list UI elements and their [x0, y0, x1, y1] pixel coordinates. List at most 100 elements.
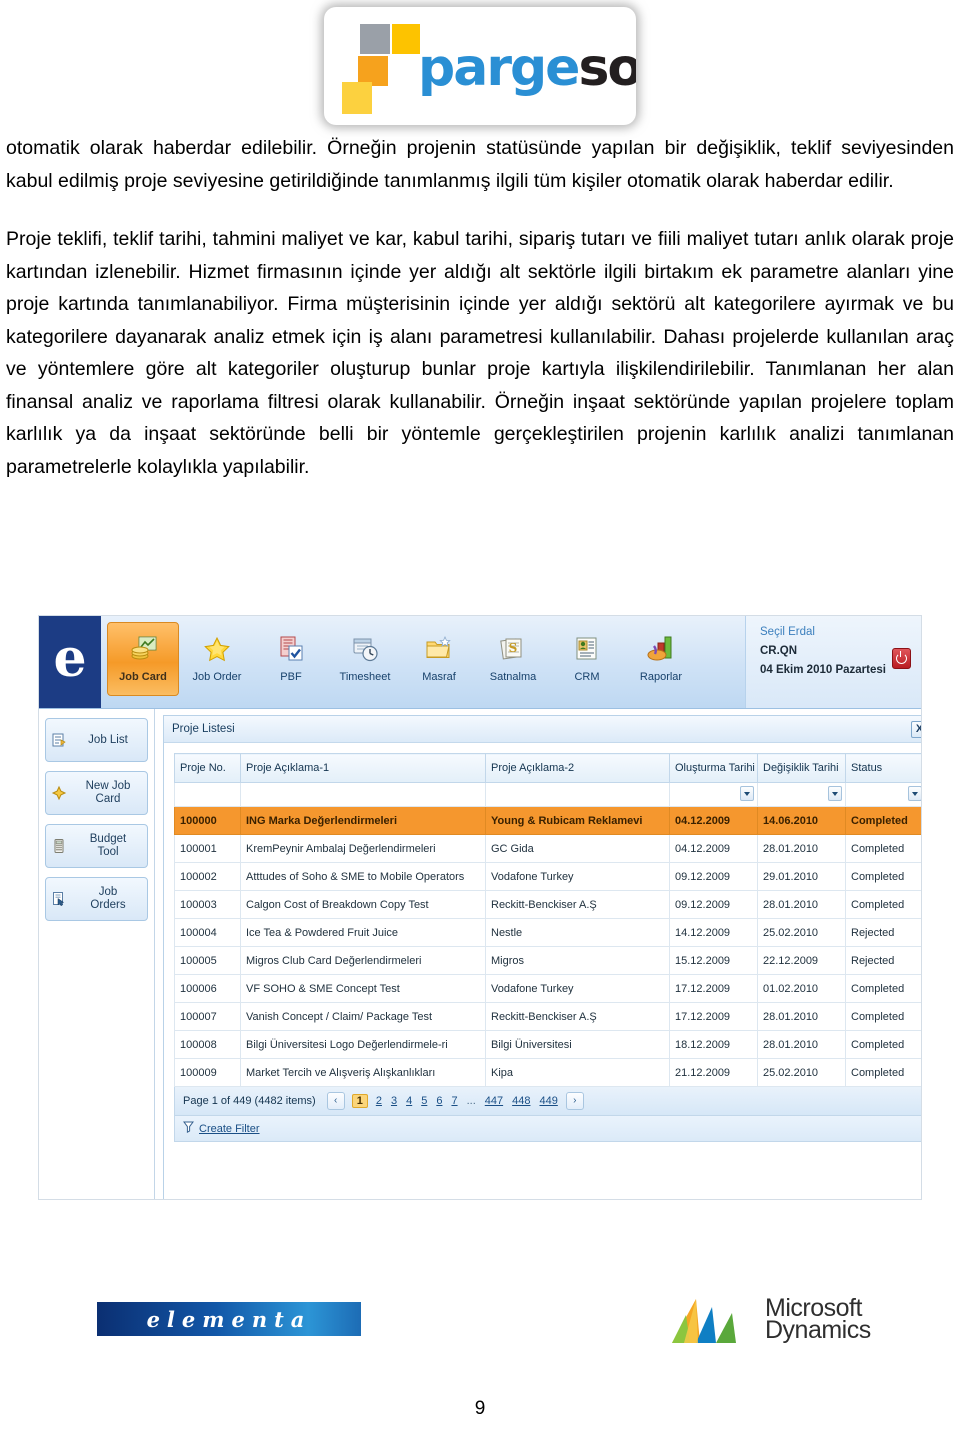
table-row[interactable]: 100005 Migros Club Card Değerlendirmeler…	[174, 946, 921, 975]
filter-input-olusturma-tarihi[interactable]	[669, 782, 758, 807]
tab-masraf[interactable]: Masraf	[403, 622, 475, 696]
tab-raporlar[interactable]: Raporlar	[625, 622, 697, 696]
microsoft-dynamics-logo: Microsoft Dynamics	[666, 1293, 871, 1345]
filter-row	[174, 782, 921, 807]
page-link-3[interactable]: 3	[390, 1095, 398, 1107]
cell-aciklama-1: KremPeynir Ambalaj Değerlendirmeleri	[240, 834, 486, 863]
table-row[interactable]: 100003 Calgon Cost of Breakdown Copy Tes…	[174, 890, 921, 919]
tab-crm[interactable]: CRM	[551, 622, 623, 696]
page-link-448[interactable]: 448	[511, 1095, 531, 1107]
page-link-5[interactable]: 5	[420, 1095, 428, 1107]
cell-status: Completed	[845, 806, 921, 835]
table-row[interactable]: 100002 Atttudes of Soho & SME to Mobile …	[174, 862, 921, 891]
dynamics-wordmark: Microsoft Dynamics	[765, 1296, 871, 1343]
create-filter-link[interactable]: Create Filter	[199, 1123, 260, 1135]
cell-status: Completed	[845, 974, 921, 1003]
column-header-degisiklik-tarihi[interactable]: Değişiklik Tarihi	[757, 753, 846, 783]
tab-label: Masraf	[422, 671, 456, 683]
sidebar-item-job-orders[interactable]: Job Orders	[45, 877, 148, 921]
cell-status: Completed	[845, 834, 921, 863]
column-header-proje-no[interactable]: Proje No.	[174, 753, 241, 783]
paragraph-2: Proje teklifi, teklif tarihi, tahmini ma…	[6, 228, 954, 478]
column-header-status[interactable]: Status	[845, 753, 921, 783]
cell-aciklama-1: Calgon Cost of Breakdown Copy Test	[240, 890, 486, 919]
table-row[interactable]: 100001 KremPeynir Ambalaj Değerlendirmel…	[174, 834, 921, 863]
svg-text:S: S	[509, 641, 518, 655]
cell-status: Rejected	[845, 946, 921, 975]
page-link-447[interactable]: 447	[484, 1095, 504, 1107]
page-link-7[interactable]: 7	[450, 1095, 458, 1107]
coins-chart-icon	[128, 629, 158, 669]
tab-label: Satnalma	[489, 671, 537, 683]
cell-degisiklik: 14.06.2010	[757, 806, 846, 835]
table-row[interactable]: 100008 Bilgi Üniversitesi Logo Değerlend…	[174, 1030, 921, 1059]
table-row[interactable]: 100006 VF SOHO & SME Concept Test Vodafo…	[174, 974, 921, 1003]
table-row[interactable]: 100004 Ice Tea & Powdered Fruit Juice Ne…	[174, 918, 921, 947]
cell-proje-no: 100004	[174, 918, 241, 947]
table-row[interactable]: 100000 ING Marka Değerlendirmeleri Young…	[174, 806, 921, 835]
filter-input-proje-no[interactable]	[174, 782, 241, 807]
tab-label: Job Card	[119, 671, 167, 683]
page-link-6[interactable]: 6	[435, 1095, 443, 1107]
prev-page-button[interactable]: ‹	[326, 1092, 345, 1110]
tab-job-card[interactable]: Job Card	[107, 622, 179, 696]
cell-olusturma: 17.12.2009	[669, 974, 758, 1003]
power-icon[interactable]	[892, 648, 911, 669]
page-link-449[interactable]: 449	[538, 1095, 558, 1107]
chevron-down-icon[interactable]	[828, 786, 842, 801]
brand-letter-e: e	[53, 628, 87, 689]
tab-pbf[interactable]: PBF	[255, 622, 327, 696]
user-code: CR.QN	[760, 645, 798, 657]
user-name: Seçil Erdal	[760, 626, 815, 638]
chevron-down-icon[interactable]	[740, 786, 754, 801]
panel-title: Proje Listesi	[172, 723, 235, 735]
tab-timesheet[interactable]: Timesheet	[329, 622, 401, 696]
sidebar-item-label-line2: Card	[95, 793, 121, 805]
cell-aciklama-1: ING Marka Değerlendirmeleri	[240, 806, 486, 835]
chevron-down-icon[interactable]	[908, 786, 921, 801]
cell-olusturma: 14.12.2009	[669, 918, 758, 947]
page-link-4[interactable]: 4	[405, 1095, 413, 1107]
filter-input-degisiklik-tarihi[interactable]	[757, 782, 846, 807]
close-icon[interactable]: X	[911, 720, 921, 738]
tab-satnalma[interactable]: S Satnalma	[477, 622, 549, 696]
table-row[interactable]: 100009 Market Tercih ve Alışveriş Alışka…	[174, 1058, 921, 1087]
cell-aciklama-1: Migros Club Card Değerlendirmeleri	[240, 946, 486, 975]
panel-header: Proje Listesi X	[164, 716, 921, 743]
column-header-proje-aciklama-2[interactable]: Proje Açıklama-2	[485, 753, 670, 783]
column-header-proje-aciklama-1[interactable]: Proje Açıklama-1	[240, 753, 486, 783]
table-row[interactable]: 100007 Vanish Concept / Claim/ Package T…	[174, 1002, 921, 1031]
sidebar-item-label-line1: Budget	[89, 833, 127, 845]
sidebar-item-label: Job List	[88, 733, 128, 746]
grid-container: Proje No. Proje Açıklama-1 Proje Açıklam…	[164, 743, 921, 1142]
cell-proje-no: 100009	[174, 1058, 241, 1087]
cell-aciklama-1: Ice Tea & Powdered Fruit Juice	[240, 918, 486, 947]
sidebar-item-new-job-card[interactable]: New Job Card	[45, 771, 148, 815]
cell-status: Completed	[845, 890, 921, 919]
tab-job-order[interactable]: Job Order	[181, 622, 253, 696]
list-icon	[50, 732, 68, 748]
column-header-olusturma-tarihi[interactable]: Oluşturma Tarihi	[669, 753, 758, 783]
cell-aciklama-2: Reckitt-Benckiser A.Ş	[485, 1002, 670, 1031]
filter-input-status[interactable]	[845, 782, 921, 807]
cell-proje-no: 100001	[174, 834, 241, 863]
cell-proje-no: 100006	[174, 974, 241, 1003]
logo-wordmark: pargesoft®	[418, 42, 636, 94]
cell-aciklama-2: Vodafone Turkey	[485, 974, 670, 1003]
star-icon	[202, 629, 232, 669]
calculator-icon	[50, 838, 68, 854]
sidebar-item-budget-tool[interactable]: Budget Tool	[45, 824, 148, 868]
sidebar-item-label: New Job Card	[73, 780, 143, 806]
next-page-button[interactable]: ›	[565, 1092, 584, 1110]
proje-listesi-panel: Proje Listesi X Proje No. Proje Açıklama…	[163, 715, 921, 1199]
page-link-1[interactable]: 1	[351, 1094, 368, 1108]
sidebar-item-job-list[interactable]: Job List	[45, 718, 148, 762]
cell-degisiklik: 29.01.2010	[757, 862, 846, 891]
cell-aciklama-2: Migros	[485, 946, 670, 975]
filter-input-proje-aciklama-2[interactable]	[485, 782, 670, 807]
page-link-2[interactable]: 2	[375, 1095, 383, 1107]
cell-proje-no: 100003	[174, 890, 241, 919]
pagination-bar: Page 1 of 449 (4482 items) ‹ 1 2 3 4 5 6…	[174, 1087, 921, 1116]
cell-proje-no: 100000	[174, 806, 241, 835]
filter-input-proje-aciklama-1[interactable]	[240, 782, 486, 807]
